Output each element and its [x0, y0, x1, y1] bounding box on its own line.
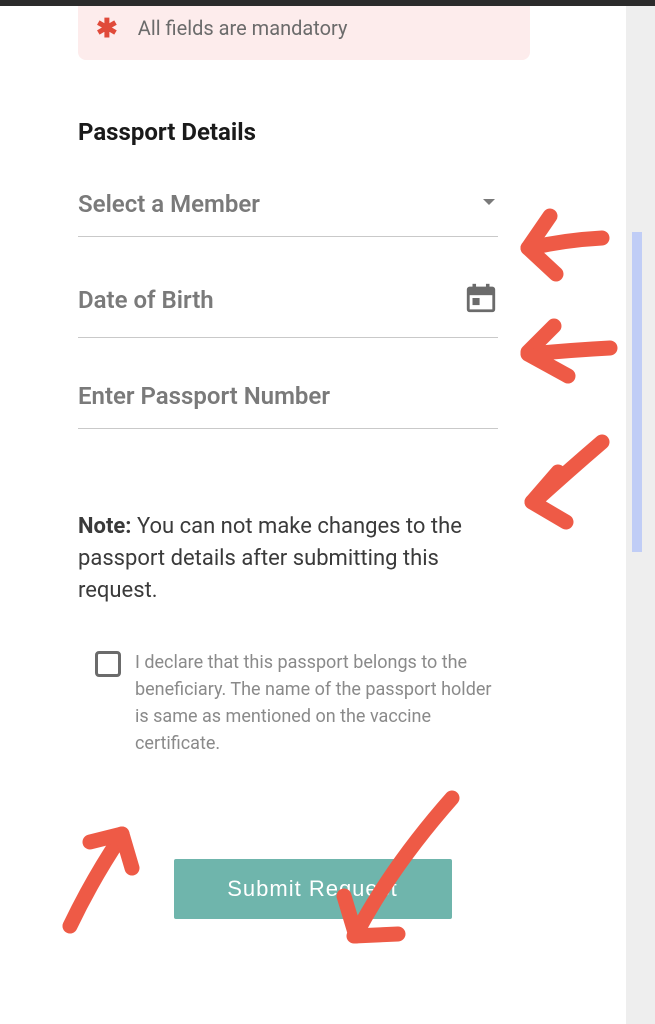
note-body: You can not make changes to the passport…: [78, 514, 462, 603]
right-scroll-area: [626, 6, 655, 1024]
page-container: ✱ All fields are mandatory Passport Deta…: [0, 6, 655, 1024]
chevron-down-icon: [480, 193, 498, 215]
passport-number-field[interactable]: Enter Passport Number: [78, 338, 498, 429]
declaration-row: I declare that this passport belongs to …: [95, 649, 495, 757]
asterisk-icon: ✱: [96, 16, 118, 42]
section-title: Passport Details: [78, 118, 625, 146]
content-column: ✱ All fields are mandatory Passport Deta…: [0, 6, 625, 919]
passport-number-label: Enter Passport Number: [78, 382, 330, 410]
declaration-text: I declare that this passport belongs to …: [135, 649, 495, 757]
select-member-field[interactable]: Select a Member: [78, 146, 498, 237]
declaration-checkbox[interactable]: [95, 651, 121, 677]
note-prefix: Note:: [78, 514, 131, 539]
dob-label: Date of Birth: [78, 286, 214, 314]
mandatory-notice-text: All fields are mandatory: [138, 16, 348, 40]
submit-request-button[interactable]: Submit Request: [174, 859, 452, 919]
note-text: Note: You can not make changes to the pa…: [78, 511, 498, 607]
calendar-icon: [464, 281, 498, 319]
select-member-label: Select a Member: [78, 190, 260, 218]
scroll-thumb[interactable]: [632, 232, 642, 552]
dob-field[interactable]: Date of Birth: [78, 237, 498, 338]
mandatory-notice: ✱ All fields are mandatory: [78, 6, 530, 60]
